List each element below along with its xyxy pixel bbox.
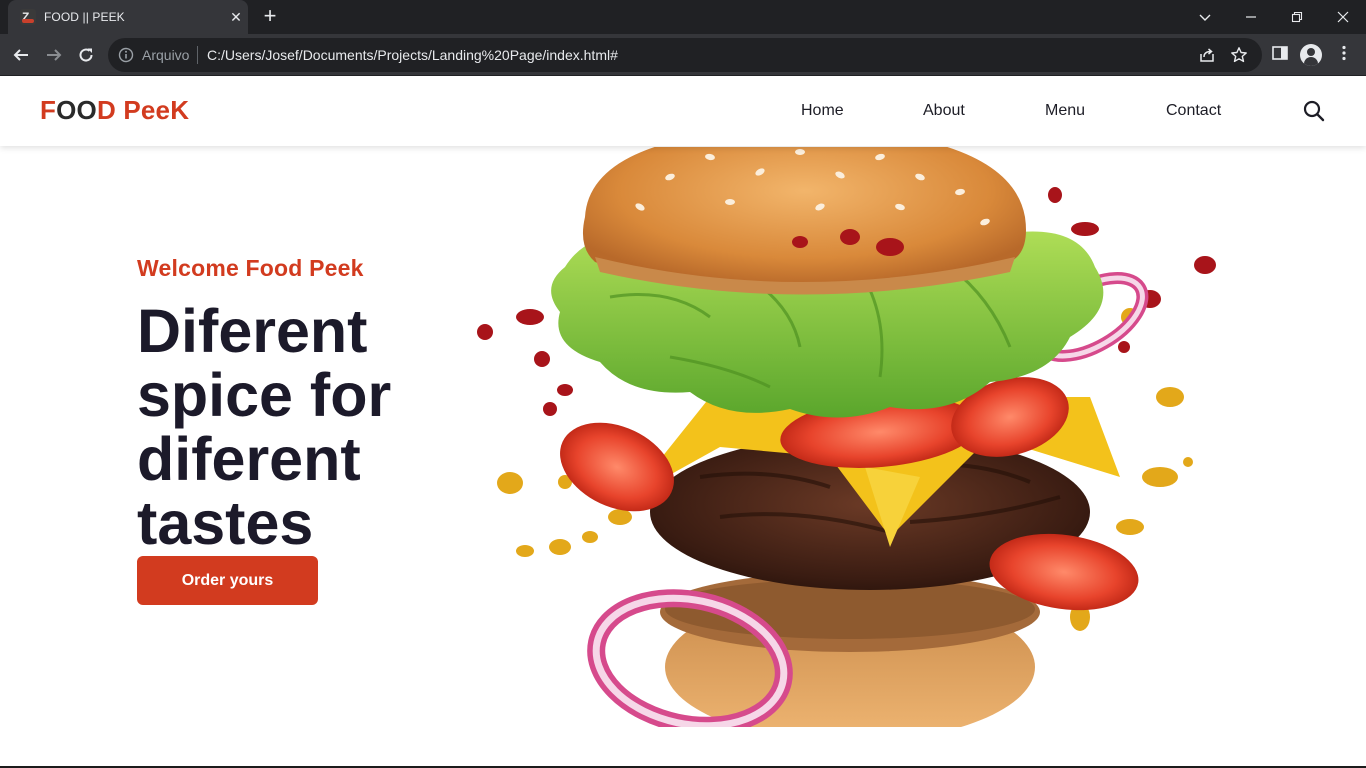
nav-about[interactable]: About [923, 102, 965, 120]
nav-contact[interactable]: Contact [1166, 102, 1221, 120]
logo-part: OO [56, 95, 97, 125]
browser-tab[interactable]: Z FOOD || PEEK ✕ [8, 0, 248, 34]
browser-tab-bar: Z FOOD || PEEK ✕ + [0, 0, 1366, 34]
hero-headline: Diferent spice for diferent tastes [137, 297, 392, 557]
tab-title: FOOD || PEEK [44, 10, 125, 24]
tab-search-icon[interactable] [1182, 0, 1228, 34]
share-icon[interactable] [1198, 46, 1216, 64]
nav-home[interactable]: Home [801, 102, 844, 120]
close-tab-icon[interactable]: ✕ [226, 7, 246, 27]
minimize-icon[interactable] [1228, 0, 1274, 34]
nav-menu[interactable]: Menu [1045, 102, 1085, 120]
kebab-menu-icon[interactable] [1336, 45, 1352, 61]
scheme-label: Arquivo [142, 47, 190, 63]
logo-part: F [40, 95, 57, 125]
page-viewport: FOOD PeeK Home About Menu Contact Welcom… [0, 77, 1366, 768]
hero-welcome: Welcome Food Peek [137, 255, 364, 281]
favicon-icon: Z [20, 9, 36, 25]
address-divider [197, 46, 198, 64]
info-icon[interactable] [118, 47, 134, 63]
new-tab-icon[interactable]: + [258, 5, 282, 29]
burger-image [477, 147, 1216, 727]
site-header: FOOD PeeK Home About Menu Contact [0, 77, 1366, 146]
close-window-icon[interactable] [1320, 0, 1366, 34]
restore-icon[interactable] [1274, 0, 1320, 34]
forward-icon[interactable] [39, 40, 69, 70]
profile-avatar-icon[interactable] [1300, 44, 1322, 66]
bookmark-star-icon[interactable] [1230, 46, 1248, 64]
search-icon[interactable] [1302, 99, 1326, 123]
order-button[interactable]: Order yours [137, 556, 318, 605]
browser-toolbar: Arquivo C:/Users/Josef/Documents/Project… [0, 34, 1366, 76]
logo-part: D PeeK [96, 95, 190, 125]
back-icon[interactable] [6, 40, 36, 70]
site-logo[interactable]: FOOD PeeK [40, 95, 189, 126]
url-text[interactable]: C:/Users/Josef/Documents/Projects/Landin… [207, 47, 618, 63]
side-panel-icon[interactable] [1272, 45, 1288, 61]
address-bar[interactable]: Arquivo C:/Users/Josef/Documents/Project… [108, 38, 1262, 72]
reload-icon[interactable] [71, 40, 101, 70]
